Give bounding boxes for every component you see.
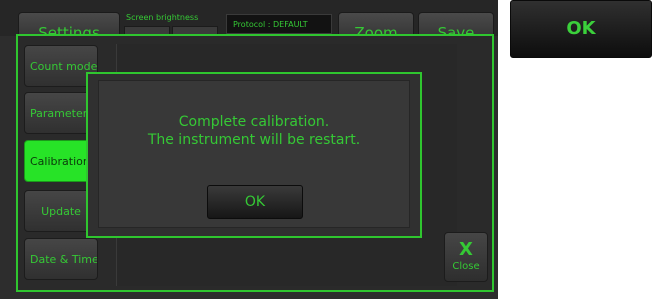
dialog-message-line1: Complete calibration. [178,114,330,130]
ok-button-zoomed[interactable]: OK [510,0,652,58]
sidebar-item-date-time[interactable]: Date & Time [24,238,98,280]
protocol-display: Protocol : DEFAULT [226,14,332,34]
close-label: Close [452,261,480,272]
device-screen: Settings Screen brightness Protocol : DE… [0,0,498,299]
brightness-label: Screen brightness [126,13,199,22]
top-bar: Settings Screen brightness Protocol : DE… [0,0,498,42]
calibration-complete-dialog: Complete calibration. The instrument wil… [86,72,422,238]
close-icon: X [459,239,473,260]
close-button[interactable]: X Close [444,232,488,282]
dialog-message-line2: The instrument will be restart. [147,132,361,148]
dialog-body: Complete calibration. The instrument wil… [98,80,410,228]
ok-button[interactable]: OK [207,185,303,219]
